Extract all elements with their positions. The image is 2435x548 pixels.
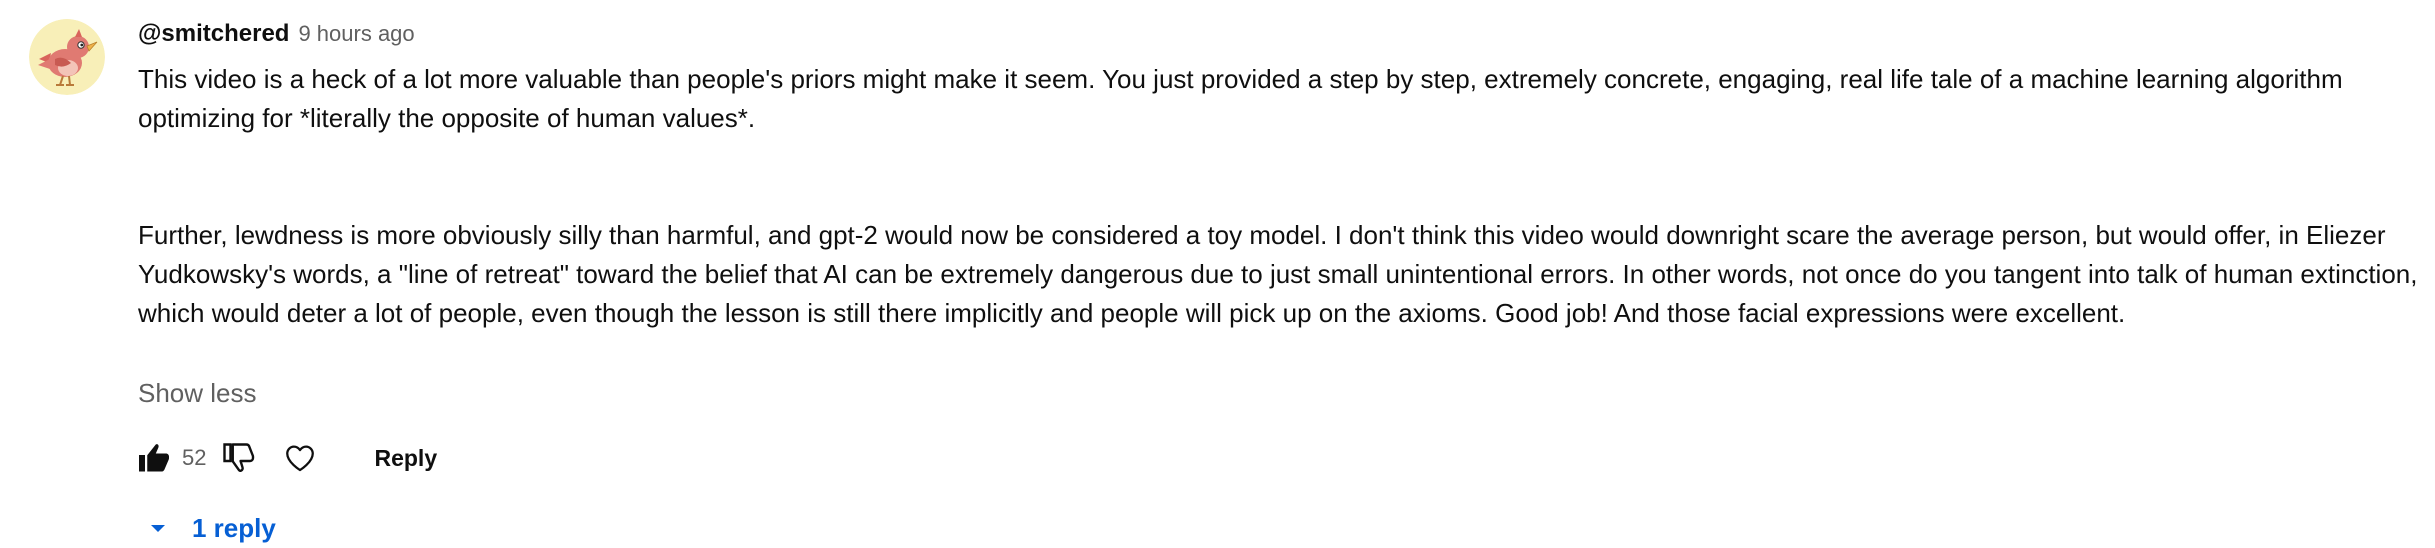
- reply-button[interactable]: Reply: [374, 445, 437, 472]
- comment-timestamp[interactable]: 9 hours ago: [298, 21, 414, 47]
- comment-action-bar: 52 Reply: [132, 436, 437, 480]
- avatar[interactable]: [29, 19, 105, 95]
- author-name[interactable]: @smitchered: [138, 20, 289, 48]
- cartoon-bird-avatar-icon: [29, 19, 105, 95]
- heart-button[interactable]: [278, 436, 322, 480]
- heart-icon: [286, 445, 315, 472]
- like-count: 52: [182, 445, 207, 470]
- dislike-button[interactable]: [216, 436, 260, 480]
- view-replies-button[interactable]: 1 reply: [140, 508, 276, 548]
- comment-header: @smitchered 9 hours ago: [138, 20, 415, 52]
- thumbs-up-filled-icon: [139, 444, 169, 472]
- show-less-button[interactable]: Show less: [138, 378, 257, 409]
- like-button[interactable]: [132, 436, 176, 480]
- comment-body: This video is a heck of a lot more valua…: [138, 60, 2418, 333]
- comment-paragraph: This video is a heck of a lot more valua…: [138, 64, 2350, 133]
- thumbs-down-icon: [223, 443, 255, 472]
- comment-thread: @smitchered 9 hours ago This video is a …: [0, 0, 2435, 548]
- comment-paragraph: Further, lewdness is more obviously sill…: [138, 220, 2425, 328]
- chevron-down-icon: [140, 510, 176, 546]
- replies-count-label: 1 reply: [192, 512, 276, 543]
